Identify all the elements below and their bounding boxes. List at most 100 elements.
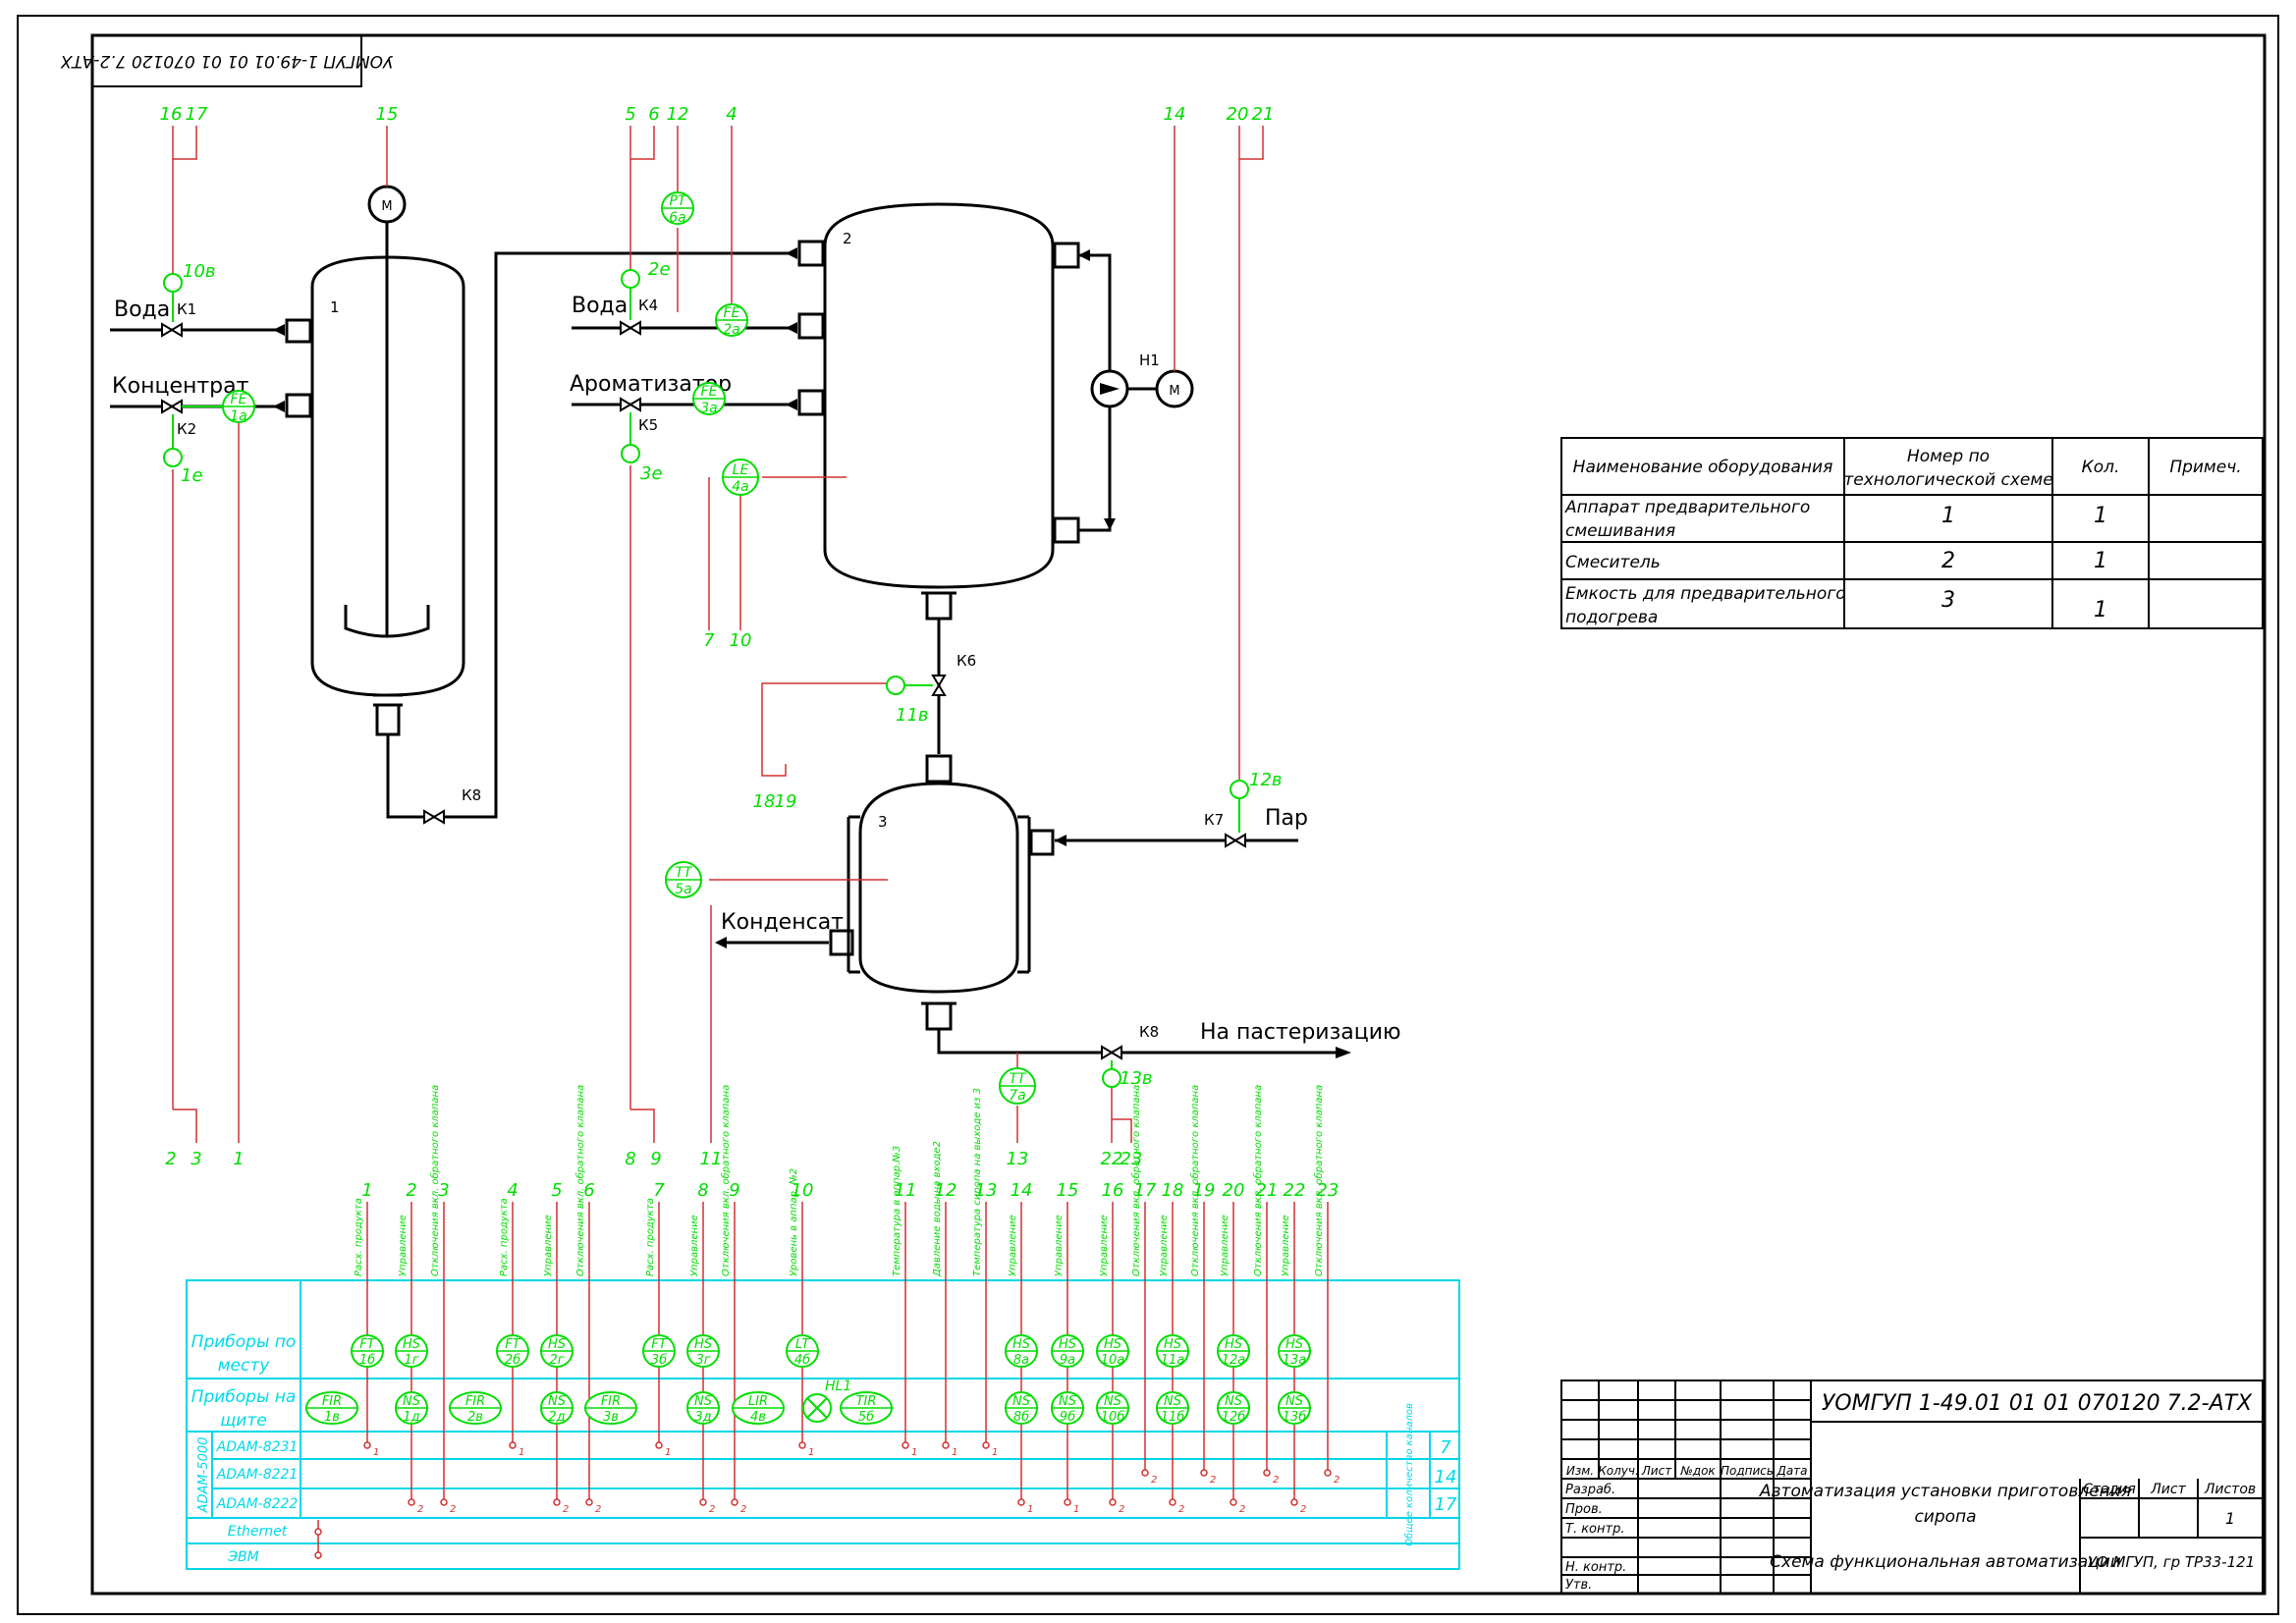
panel-instrument: NS2д (540, 1391, 574, 1425)
channel-pin (798, 1441, 806, 1449)
tb-role-3: Н. контр. (1565, 1560, 1626, 1575)
motor-symbol-2: М (1169, 384, 1179, 399)
signal-lamp-hl1 (802, 1393, 832, 1423)
nozzle-1-bottom (375, 703, 401, 736)
valve-actuator-13v (1102, 1068, 1121, 1088)
channel-pin-label: 2 (1239, 1504, 1245, 1515)
automation-scheme-drawing: УОМГУП 1-49.01 01 01 070120 7.2-АТХ Вода… (17, 15, 2279, 1615)
eq-row1-num: 1 (1941, 504, 1955, 528)
channel-pin (655, 1441, 663, 1449)
channel-pin-label: 2 (1210, 1475, 1216, 1486)
channel-pin-label: 1 (373, 1447, 379, 1458)
ln-top-14: 14 (1164, 104, 1186, 125)
panel-instrument: NS11б (1156, 1391, 1189, 1425)
channel-pin (731, 1498, 738, 1506)
column-caption: Температура сиропа на выходе из 3 (972, 1088, 983, 1276)
column-caption: Расх. продукта (499, 1198, 510, 1276)
channel-pin (699, 1498, 707, 1506)
channel-pin-label: 1 (1027, 1504, 1033, 1515)
tt-5a-code: TT (675, 865, 693, 881)
column-caption: Отключения вкл. обратного клапана (1189, 1085, 1201, 1276)
local-instrument-code: HS (1225, 1337, 1242, 1352)
column-caption: Отключения вкл. обратного клапана (574, 1085, 586, 1276)
local-instrument-num: 2б (505, 1353, 520, 1368)
column-caption: Отключения вкл. обратного клапана (1252, 1085, 1264, 1276)
column-caption: Управление (1008, 1215, 1018, 1276)
tb-title: Автоматизация установки приготовления (1759, 1482, 2131, 1501)
panel-instrument-num: 3д (694, 1410, 711, 1425)
channel-pin (1324, 1469, 1332, 1477)
local-instrument-num: 1г (404, 1353, 418, 1368)
channel-pin-label: 2 (450, 1504, 456, 1515)
tb-role-0: Разраб. (1565, 1483, 1615, 1497)
valve-k2 (161, 399, 183, 414)
nozzle-2-in2 (797, 312, 825, 340)
label-apparatus-2: 2 (843, 230, 852, 247)
panel-instrument: NS1д (395, 1391, 428, 1425)
column-caption: Отключения вкл. обратного клапана (1313, 1085, 1325, 1276)
local-instrument: HS1г (395, 1334, 428, 1368)
valve-k1 (161, 322, 183, 338)
tb-role-2: Т. контр. (1565, 1522, 1624, 1537)
lamp-label: HL1 (825, 1379, 851, 1394)
channel-pin (585, 1498, 593, 1506)
local-instrument-code: HS (548, 1337, 566, 1352)
ln-bot-13: 13 (1007, 1149, 1029, 1169)
local-instrument: HS3г (686, 1334, 720, 1368)
column-caption: Температура в аппар.№3 (892, 1146, 902, 1276)
channel-pin (1141, 1469, 1149, 1477)
valve-actuator-3e (621, 444, 640, 463)
label-k2: К2 (177, 420, 196, 438)
ln-top-5: 5 (625, 104, 635, 125)
local-instrument-num: 12а (1222, 1353, 1246, 1368)
panel-instrument-num: 2д (548, 1410, 565, 1425)
local-instruments: FT1бHS1гFT2бHS2гFT3бHS3гLT4бHS8аHS9аHS10… (351, 1334, 1311, 1368)
local-instrument: FT3б (642, 1334, 676, 1368)
local-instrument-num: 8а (1013, 1353, 1029, 1368)
eq-row3-qty: 1 (2094, 598, 2107, 622)
bus-lines (314, 1520, 322, 1559)
local-instrument-code: FT (359, 1337, 375, 1352)
eq-row3-name: Емкость для предварительного (1565, 584, 1846, 604)
panel-instrument-code: FIR (601, 1394, 621, 1409)
column-number: 16 (1102, 1180, 1124, 1201)
panel-instrument: FIR3в (584, 1391, 637, 1425)
tb-sheets: Листов (2204, 1482, 2256, 1497)
panel-instrument-code: NS (1285, 1394, 1303, 1409)
label-water-1: Вода (114, 298, 170, 322)
column-caption: Уровень в аппар. №2 (789, 1168, 799, 1276)
control-table (186, 1279, 1460, 1570)
nozzle-2-recirc-in (1053, 242, 1080, 269)
ln-top-4: 4 (726, 104, 737, 125)
panel-instrument-code: NS (694, 1394, 712, 1409)
local-instrument-code: FT (651, 1337, 667, 1352)
local-instrument-code: FT (505, 1337, 520, 1352)
column-number: 1 (361, 1180, 372, 1201)
valve-symbols (161, 320, 1246, 1060)
ln-top-16: 16 (160, 104, 183, 125)
row-adam4231: ADAM-8231 (216, 1439, 299, 1455)
label-apparatus-1: 1 (330, 298, 340, 316)
panel-instrument: LIR4в (732, 1391, 785, 1425)
local-instrument-code: LT (795, 1337, 810, 1352)
title-code: УОМГУП 1-49.01 01 01 070120 7.2-АТХ (1822, 1391, 2253, 1416)
panel-instrument-code: NS (1059, 1394, 1076, 1409)
row-panel-label2: щите (220, 1411, 266, 1431)
eq-row3-num: 3 (1941, 588, 1955, 613)
row-local-label: Приборы по (191, 1332, 297, 1352)
panel-instrument: NS3д (686, 1391, 720, 1425)
channel-pin (509, 1441, 517, 1449)
label-k7: К7 (1204, 811, 1224, 829)
panel-instrument: FIR2в (449, 1391, 502, 1425)
eq-table-h3: Кол. (2082, 458, 2120, 477)
local-instrument-code: HS (1285, 1337, 1303, 1352)
local-instrument-num: 4б (794, 1353, 810, 1368)
tb-col-3: №док (1679, 1464, 1716, 1478)
panel-instrument-num: 1в (324, 1410, 340, 1425)
eq-table-h2b: технологической схеме (1843, 470, 2052, 490)
local-instrument-num: 13а (1283, 1353, 1307, 1368)
panel-instrument-num: 3в (603, 1410, 619, 1425)
column-caption: Отключения вкл. обратного клапана (720, 1085, 732, 1276)
tb-col-1: Колуч. (1598, 1464, 1639, 1478)
channel-pin (1064, 1498, 1071, 1506)
